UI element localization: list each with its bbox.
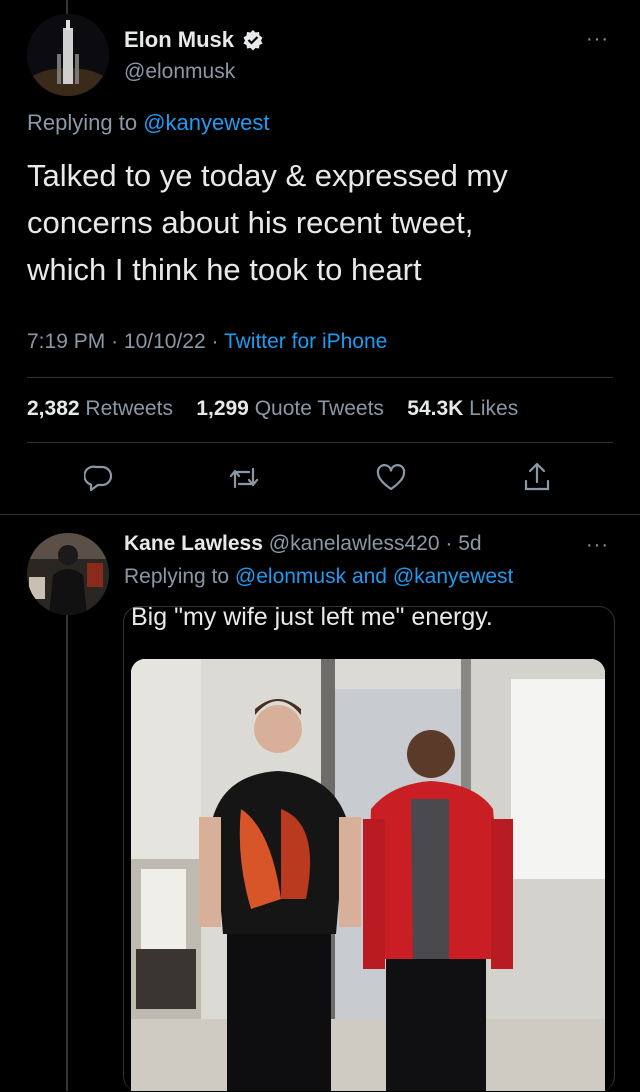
tweet-text-line: concerns about his recent tweet, bbox=[27, 205, 474, 240]
likes-stat[interactable]: 54.3K Likes bbox=[407, 397, 518, 420]
verified-badge-icon bbox=[242, 29, 264, 51]
replying-prefix: Replying to bbox=[124, 565, 230, 588]
quote-tweets-stat[interactable]: 1,299 Quote Tweets bbox=[196, 397, 389, 420]
more-icon[interactable]: ··· bbox=[586, 534, 609, 557]
tweet-text: Talked to ye today & expressed my concer… bbox=[27, 152, 508, 293]
like-icon[interactable] bbox=[376, 464, 406, 497]
reply-header: Kane Lawless @kanelawless420 · 5d bbox=[124, 532, 482, 555]
tweet-time[interactable]: 7:19 PM bbox=[27, 330, 105, 353]
quotes-count: 1,299 bbox=[196, 397, 249, 420]
share-icon[interactable] bbox=[522, 461, 552, 498]
divider bbox=[27, 377, 613, 378]
reply-age[interactable]: 5d bbox=[458, 532, 481, 555]
and-text: and bbox=[351, 565, 387, 588]
handle[interactable]: @elonmusk bbox=[124, 60, 235, 84]
reply-icon[interactable] bbox=[83, 463, 114, 498]
tweet-date[interactable]: 10/10/22 bbox=[124, 330, 206, 353]
thread-line bbox=[66, 615, 68, 1091]
quotes-label: Quote Tweets bbox=[254, 397, 384, 420]
tweet-text-line: which I think he took to heart bbox=[27, 252, 422, 287]
tweet-stats: 2,382 Retweets 1,299 Quote Tweets 54.3K … bbox=[27, 397, 518, 421]
tweet-meta: 7:19 PM · 10/10/22 · Twitter for iPhone bbox=[27, 330, 388, 353]
reply-handle[interactable]: @kanelawless420 bbox=[269, 532, 440, 555]
reply-display-name[interactable]: Kane Lawless bbox=[124, 532, 263, 555]
tweet-source[interactable]: Twitter for iPhone bbox=[224, 330, 387, 353]
mention-link[interactable]: @kanyewest bbox=[143, 110, 269, 135]
more-icon[interactable]: ··· bbox=[586, 28, 609, 51]
retweets-stat[interactable]: 2,382 Retweets bbox=[27, 397, 179, 420]
likes-count: 54.3K bbox=[407, 397, 464, 420]
mention-link[interactable]: @kanyewest bbox=[393, 565, 514, 588]
thread-line bbox=[66, 0, 68, 14]
reply-replying-to: Replying to @elonmusk and @kanyewest bbox=[124, 565, 513, 589]
display-name[interactable]: Elon Musk bbox=[124, 27, 234, 53]
image-caption: Big "my wife just left me" energy. bbox=[131, 603, 493, 631]
retweets-label: Retweets bbox=[85, 397, 173, 420]
divider bbox=[27, 442, 613, 443]
likes-label: Likes bbox=[469, 397, 519, 420]
retweet-icon[interactable] bbox=[228, 463, 260, 498]
replying-prefix: Replying to bbox=[27, 110, 138, 135]
avatar-elon[interactable] bbox=[27, 14, 109, 96]
reply-photo[interactable] bbox=[131, 659, 605, 1091]
main-tweet-header: Elon Musk bbox=[124, 27, 264, 53]
tweet-text-line: Talked to ye today & expressed my bbox=[27, 158, 508, 193]
retweets-count: 2,382 bbox=[27, 397, 80, 420]
mention-link[interactable]: @elonmusk bbox=[235, 565, 346, 588]
avatar-kane[interactable] bbox=[27, 533, 109, 615]
divider bbox=[0, 514, 640, 515]
replying-to: Replying to @kanyewest bbox=[27, 110, 269, 136]
